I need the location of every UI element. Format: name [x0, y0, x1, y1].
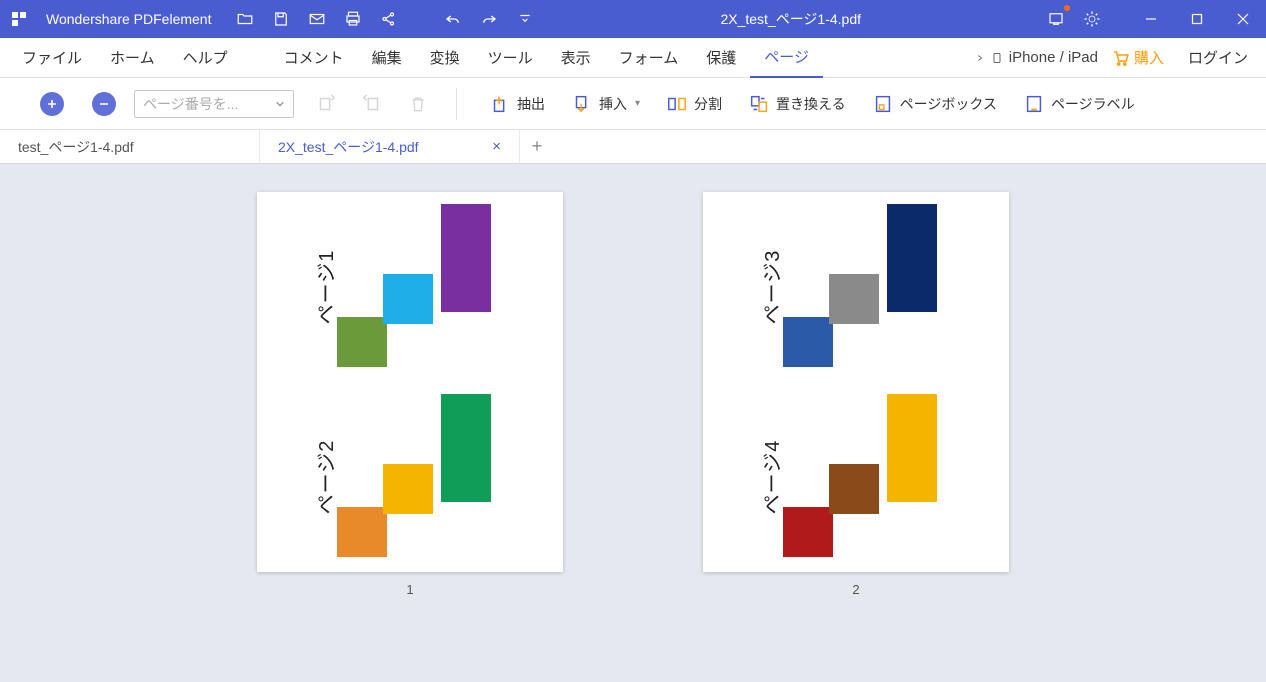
share-icon[interactable]	[371, 0, 407, 38]
block	[783, 507, 833, 557]
menu-protect[interactable]: 保護	[692, 38, 750, 78]
block	[829, 464, 879, 514]
page-number-select[interactable]: ページ番号を...	[134, 90, 294, 118]
page-1-lower: ページ2	[257, 382, 563, 572]
zoom-out-button[interactable]	[92, 92, 116, 116]
insert-button[interactable]: 挿入 ▾	[563, 93, 648, 115]
document-tabs: test_ページ1-4.pdf 2X_test_ページ1-4.pdf × +	[0, 130, 1266, 164]
extract-label: 抽出	[517, 94, 545, 114]
tab-inactive-label: test_ページ1-4.pdf	[18, 137, 134, 157]
menu-comment[interactable]: コメント	[270, 38, 358, 78]
block	[887, 204, 937, 312]
block	[383, 274, 433, 324]
block	[337, 507, 387, 557]
replace-label: 置き換える	[776, 94, 846, 114]
extract-button[interactable]: 抽出	[481, 93, 553, 115]
page-label-button[interactable]: ページラベル	[1015, 93, 1143, 115]
menu-view[interactable]: 表示	[547, 38, 605, 78]
menu-page[interactable]: ページ	[750, 38, 823, 78]
menu-help[interactable]: ヘルプ	[169, 38, 242, 78]
page-label-label: ページラベル	[1051, 94, 1135, 114]
add-tab-button[interactable]: +	[520, 130, 554, 163]
redo-icon[interactable]	[471, 0, 507, 38]
menu-bar: ファイル ホーム ヘルプ コメント 編集 変換 ツール 表示 フォーム 保護 ペ…	[0, 38, 1266, 78]
block	[441, 394, 491, 502]
rotate-right-icon[interactable]	[358, 90, 386, 118]
page-2-lower-label: ページ4	[756, 440, 785, 515]
block	[383, 464, 433, 514]
device-label: iPhone / iPad	[1009, 49, 1098, 66]
page-1-lower-label: ページ2	[310, 440, 339, 515]
split-label: 分割	[694, 94, 722, 114]
minimize-button[interactable]	[1128, 0, 1174, 38]
page-2-number: 2	[852, 582, 859, 597]
page-select-placeholder: ページ番号を...	[143, 94, 238, 114]
page-thumb-1[interactable]: ページ1 ページ2 1	[257, 192, 563, 597]
page-1-upper-label: ページ1	[310, 250, 339, 325]
insert-label: 挿入	[599, 94, 627, 114]
menu-form[interactable]: フォーム	[605, 38, 693, 78]
menu-convert[interactable]: 変換	[416, 38, 474, 78]
page-2-lower: ページ4	[703, 382, 1009, 572]
page-1-upper: ページ1	[257, 192, 563, 382]
dropdown-icon[interactable]	[507, 0, 543, 38]
undo-icon[interactable]	[435, 0, 471, 38]
buy-label: 購入	[1134, 47, 1164, 68]
close-tab-icon[interactable]: ×	[492, 138, 501, 155]
page-1: ページ1 ページ2	[257, 192, 563, 572]
menu-tool[interactable]: ツール	[474, 38, 547, 78]
page-thumb-2[interactable]: ページ3 ページ4 2	[703, 192, 1009, 597]
menu-file[interactable]: ファイル	[8, 38, 96, 78]
mail-icon[interactable]	[299, 0, 335, 38]
save-icon[interactable]	[263, 0, 299, 38]
menu-edit[interactable]: 編集	[358, 38, 416, 78]
notification-dot	[1064, 5, 1070, 11]
block	[337, 317, 387, 367]
delete-icon[interactable]	[404, 90, 432, 118]
page-canvas[interactable]: ページ1 ページ2 1 ページ3	[0, 164, 1266, 682]
split-button[interactable]: 分割	[658, 93, 730, 115]
notification-icon[interactable]	[1038, 0, 1074, 38]
app-name: Wondershare PDFelement	[38, 11, 219, 27]
block	[887, 394, 937, 502]
page-box-button[interactable]: ページボックス	[864, 93, 1005, 115]
block	[829, 274, 879, 324]
tab-active[interactable]: 2X_test_ページ1-4.pdf ×	[260, 130, 520, 163]
print-icon[interactable]	[335, 0, 371, 38]
replace-button[interactable]: 置き換える	[740, 93, 854, 115]
open-folder-icon[interactable]	[227, 0, 263, 38]
login-link[interactable]: ログイン	[1178, 47, 1258, 68]
maximize-button[interactable]	[1174, 0, 1220, 38]
block	[441, 204, 491, 312]
theme-icon[interactable]	[1074, 0, 1110, 38]
buy-link[interactable]: 購入	[1112, 47, 1164, 68]
page-2-upper-label: ページ3	[756, 250, 785, 325]
page-1-number: 1	[406, 582, 413, 597]
tab-inactive[interactable]: test_ページ1-4.pdf	[0, 130, 260, 163]
close-button[interactable]	[1220, 0, 1266, 38]
zoom-in-button[interactable]	[40, 92, 64, 116]
rotate-left-icon[interactable]	[312, 90, 340, 118]
page-toolbar: ページ番号を... 抽出 挿入 ▾ 分割 置き換える ページボックス ページラベル	[0, 78, 1266, 130]
app-logo-icon	[0, 0, 38, 38]
menu-home[interactable]: ホーム	[96, 38, 169, 78]
device-link[interactable]: iPhone / iPad	[975, 49, 1098, 67]
block	[783, 317, 833, 367]
page-box-label: ページボックス	[900, 94, 997, 114]
chevron-down-icon: ▾	[635, 98, 640, 109]
separator	[456, 88, 457, 120]
page-2: ページ3 ページ4	[703, 192, 1009, 572]
tab-active-label: 2X_test_ページ1-4.pdf	[278, 137, 419, 157]
title-bar: Wondershare PDFelement 2X_test_ページ1-4.pd…	[0, 0, 1266, 38]
document-title: 2X_test_ページ1-4.pdf	[543, 9, 1038, 29]
page-2-upper: ページ3	[703, 192, 1009, 382]
